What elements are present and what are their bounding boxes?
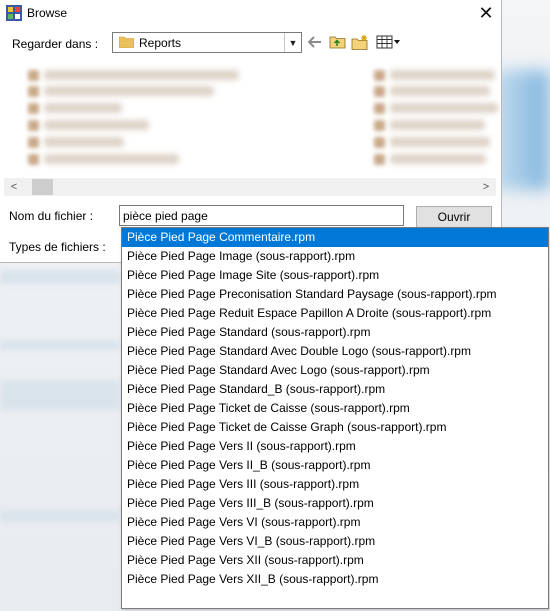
autocomplete-item[interactable]: Pièce Pied Page Vers XII (sous-rapport).… <box>122 551 548 570</box>
dialog-title: Browse <box>27 6 68 20</box>
autocomplete-dropdown[interactable]: Pièce Pied Page Commentaire.rpm Pièce Pie… <box>121 227 549 609</box>
browse-dialog: Browse ✕ Regarder dans : Reports ▼ < > N… <box>0 0 502 263</box>
autocomplete-item[interactable]: Pièce Pied Page Vers II (sous-rapport).r… <box>122 437 548 456</box>
up-folder-icon[interactable] <box>327 33 347 51</box>
open-button[interactable]: Ouvrir <box>416 206 492 228</box>
autocomplete-item[interactable]: Pièce Pied Page Vers VI (sous-rapport).r… <box>122 513 548 532</box>
back-arrow-icon[interactable] <box>305 33 325 51</box>
autocomplete-item[interactable]: Pièce Pied Page Standard (sous-rapport).… <box>122 323 548 342</box>
folder-icon <box>119 36 134 48</box>
look-in-value: Reports <box>139 36 182 50</box>
look-in-combobox[interactable]: Reports ▼ <box>112 32 302 53</box>
autocomplete-item[interactable]: Pièce Pied Page Ticket de Caisse Graph (… <box>122 418 548 437</box>
close-button[interactable]: ✕ <box>471 0 501 27</box>
autocomplete-item[interactable]: Pièce Pied Page Vers II_B (sous-rapport)… <box>122 456 548 475</box>
filename-input[interactable]: pièce pied page <box>119 205 404 226</box>
autocomplete-item[interactable]: Pièce Pied Page Commentaire.rpm <box>122 228 548 247</box>
file-list-view[interactable] <box>8 58 499 175</box>
scroll-left-icon[interactable]: < <box>6 179 22 195</box>
filetypes-label: Types de fichiers : <box>9 240 106 254</box>
autocomplete-item[interactable]: Pièce Pied Page Standard_B (sous-rapport… <box>122 380 548 399</box>
look-in-label: Regarder dans : <box>12 37 99 51</box>
close-icon: ✕ <box>478 3 494 23</box>
autocomplete-item[interactable]: Pièce Pied Page Reduit Espace Papillon A… <box>122 304 548 323</box>
autocomplete-item[interactable]: Pièce Pied Page Image Site (sous-rapport… <box>122 266 548 285</box>
filename-label: Nom du fichier : <box>9 209 94 223</box>
autocomplete-item[interactable]: Pièce Pied Page Ticket de Caisse (sous-r… <box>122 399 548 418</box>
chevron-down-icon[interactable]: ▼ <box>284 33 301 52</box>
autocomplete-item[interactable]: Pièce Pied Page Vers III (sous-rapport).… <box>122 475 548 494</box>
new-folder-icon[interactable] <box>350 33 370 51</box>
autocomplete-item[interactable]: Pièce Pied Page Vers VI_B (sous-rapport)… <box>122 532 548 551</box>
view-menu-icon[interactable] <box>374 33 402 51</box>
autocomplete-item[interactable]: Pièce Pied Page Preconisation Standard P… <box>122 285 548 304</box>
autocomplete-item[interactable]: Pièce Pied Page Vers III_B (sous-rapport… <box>122 494 548 513</box>
filename-value: pièce pied page <box>123 209 208 223</box>
app-icon <box>6 5 22 21</box>
autocomplete-item[interactable]: Pièce Pied Page Vers XII_B (sous-rapport… <box>122 570 548 589</box>
autocomplete-item[interactable]: Pièce Pied Page Standard Avec Double Log… <box>122 342 548 361</box>
autocomplete-item[interactable]: Pièce Pied Page Standard Avec Logo (sous… <box>122 361 548 380</box>
horizontal-scrollbar[interactable]: < > <box>4 178 496 196</box>
autocomplete-item[interactable]: Pièce Pied Page Image (sous-rapport).rpm <box>122 247 548 266</box>
scroll-right-icon[interactable]: > <box>478 179 494 195</box>
title-bar: Browse ✕ <box>0 0 501 27</box>
scrollbar-thumb[interactable] <box>32 179 53 195</box>
